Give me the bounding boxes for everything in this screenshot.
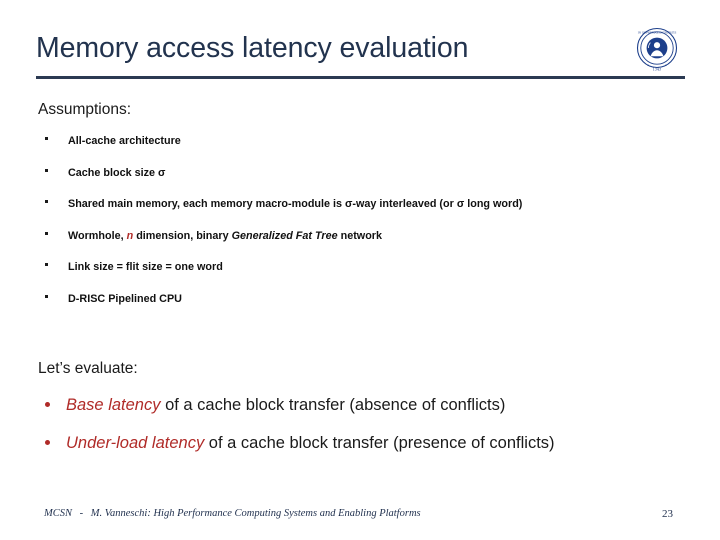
page-title: Memory access latency evaluation bbox=[36, 32, 469, 64]
text-run: Base latency bbox=[66, 396, 161, 414]
svg-text:IN SUPREMAE DIGNITATIS: IN SUPREMAE DIGNITATIS bbox=[638, 30, 677, 34]
list-item: D-RISC Pipelined CPU bbox=[38, 290, 688, 322]
list-item: Shared main memory, each memory macro-mo… bbox=[38, 195, 688, 227]
text-run: Under-load latency bbox=[66, 434, 205, 452]
list-item-text: D-RISC Pipelined CPU bbox=[68, 293, 182, 305]
list-item: Cache block size σ bbox=[38, 164, 688, 196]
bullet-marker-icon bbox=[45, 168, 48, 172]
title-underline-rule bbox=[36, 76, 685, 79]
footer-citation-text: M. Vanneschi: High Performance Computing… bbox=[90, 508, 421, 519]
footer-separator: - bbox=[79, 508, 84, 519]
text-run: network bbox=[337, 229, 383, 242]
text-run: Link size = flit size = one word bbox=[68, 261, 223, 273]
list-item-text: All-cache architecture bbox=[68, 135, 181, 147]
text-run: Wormhole, bbox=[68, 229, 127, 242]
text-run: σ bbox=[158, 166, 166, 179]
bullet-marker-icon bbox=[45, 294, 48, 298]
text-run: Shared main memory, each memory macro-mo… bbox=[68, 198, 346, 210]
list-item: All-cache architecture bbox=[38, 132, 688, 164]
bullet-marker-icon bbox=[45, 440, 50, 445]
text-run: Cache block size bbox=[68, 166, 159, 179]
footer-citation: MCSN - M. Vanneschi: High Performance Co… bbox=[44, 508, 421, 519]
list-item-text: Base latency of a cache block transfer (… bbox=[66, 396, 505, 414]
evaluate-heading: Let’s evaluate: bbox=[38, 360, 138, 377]
text-run: dimension, binary bbox=[133, 229, 232, 242]
text-run: -way interleaved (or bbox=[352, 198, 457, 210]
slide-canvas: Memory access latency evaluation IN SUPR… bbox=[0, 0, 720, 540]
bullet-marker-icon bbox=[45, 200, 48, 203]
list-item-text: Link size = flit size = one word bbox=[68, 261, 223, 273]
list-item: Link size = flit size = one word bbox=[38, 258, 688, 290]
bullet-marker-icon bbox=[45, 402, 50, 407]
list-item-text: Wormhole, n dimension, binary Generalize… bbox=[68, 230, 382, 242]
text-run: of a cache block transfer (absence of co… bbox=[160, 396, 506, 414]
text-run: Generalized Fat Tree bbox=[231, 229, 338, 242]
footer-course: MCSN bbox=[44, 508, 73, 519]
assumptions-list: All-cache architecture Cache block size … bbox=[38, 132, 688, 321]
text-run: of a cache block transfer (presence of c… bbox=[204, 434, 555, 452]
bullet-marker-icon bbox=[45, 231, 48, 235]
list-item-text: Cache block size σ bbox=[68, 167, 165, 179]
page-number: 23 bbox=[662, 508, 673, 520]
text-run: D-RISC Pipelined CPU bbox=[68, 292, 182, 305]
university-seal-logo: IN SUPREMAE DIGNITATIS 1343 bbox=[632, 27, 682, 73]
svg-text:1343: 1343 bbox=[653, 68, 662, 72]
list-item: Base latency of a cache block transfer (… bbox=[38, 393, 698, 431]
list-item: Under-load latency of a cache block tran… bbox=[38, 431, 698, 469]
title-row: Memory access latency evaluation bbox=[36, 28, 686, 78]
list-item: Wormhole, n dimension, binary Generalize… bbox=[38, 227, 688, 259]
list-item-text: Under-load latency of a cache block tran… bbox=[66, 434, 555, 452]
text-run: All-cache architecture bbox=[68, 135, 181, 147]
bullet-marker-icon bbox=[45, 263, 48, 266]
text-run: long word) bbox=[464, 198, 523, 210]
evaluate-list: Base latency of a cache block transfer (… bbox=[38, 393, 698, 469]
bullet-marker-icon bbox=[45, 137, 48, 140]
list-item-text: Shared main memory, each memory macro-mo… bbox=[68, 198, 522, 210]
assumptions-heading: Assumptions: bbox=[38, 101, 132, 118]
